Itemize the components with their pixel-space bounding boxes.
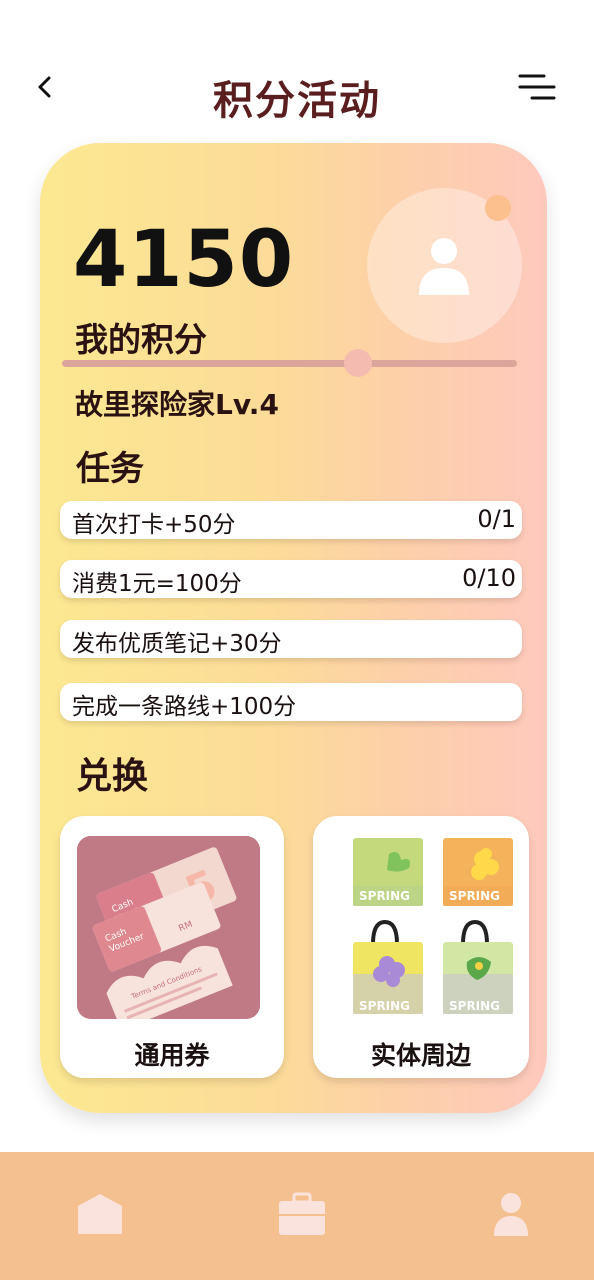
task-label: 首次打卡+50分 [72, 512, 236, 538]
level-title: 故里探险家Lv.4 [75, 388, 279, 421]
merch-text: SPRING [359, 889, 410, 903]
merch-label: 实体周边 [370, 1041, 471, 1070]
merch-text: SPRING [359, 999, 410, 1013]
merch-text: SPRING [449, 889, 500, 903]
points-value: 4150 [73, 215, 295, 305]
bottom-nav [0, 1152, 594, 1280]
home-icon [78, 1194, 122, 1234]
points-label: 我的积分 [75, 320, 207, 359]
nav-profile[interactable] [486, 1190, 536, 1240]
app-screen: 积分活动 4150 我的积分 故里探险家Lv.4 任务 首次打卡+50分 0/1 [0, 0, 594, 1280]
avatar-badge-dot [485, 195, 511, 221]
task-progress: 0/10 [462, 564, 516, 592]
merch-card[interactable]: SPRING SPRING SPRING SPRING 实体周边 [313, 816, 529, 1078]
level-progress-knob [343, 349, 372, 377]
task-label: 消费1元=100分 [72, 571, 242, 597]
level-progress-track [62, 360, 517, 367]
menu-icon [518, 74, 556, 100]
merch-image: SPRING SPRING SPRING SPRING [353, 838, 513, 1014]
task-item[interactable]: 消费1元=100分 0/10 [60, 560, 522, 598]
top-bar: 积分活动 [0, 0, 594, 140]
task-item[interactable]: 首次打卡+50分 0/1 [60, 501, 522, 539]
voucher-label: 通用券 [134, 1041, 210, 1070]
points-card: 4150 我的积分 故里探险家Lv.4 任务 首次打卡+50分 0/1 消费1元… [40, 143, 547, 1113]
user-icon [419, 238, 469, 295]
nav-home[interactable] [75, 1190, 125, 1240]
merch-text: SPRING [449, 999, 500, 1013]
task-progress: 0/1 [477, 505, 516, 533]
menu-button[interactable] [518, 72, 556, 102]
page-title: 积分活动 [213, 78, 381, 124]
tasks-heading: 任务 [76, 449, 144, 489]
exchange-heading: 兑换 [76, 756, 149, 797]
task-label: 发布优质笔记+30分 [72, 631, 282, 657]
voucher-image: Cash Voucher 5 Cash Voucher RM Terms and… [77, 836, 260, 1019]
nav-tasks[interactable] [277, 1190, 327, 1240]
task-item[interactable]: 发布优质笔记+30分 [60, 620, 522, 658]
task-item[interactable]: 完成一条路线+100分 [60, 683, 522, 721]
voucher-card[interactable]: Cash Voucher 5 Cash Voucher RM Terms and… [60, 816, 284, 1078]
briefcase-icon [279, 1192, 325, 1235]
user-icon [494, 1193, 528, 1236]
task-label: 完成一条路线+100分 [72, 694, 297, 720]
